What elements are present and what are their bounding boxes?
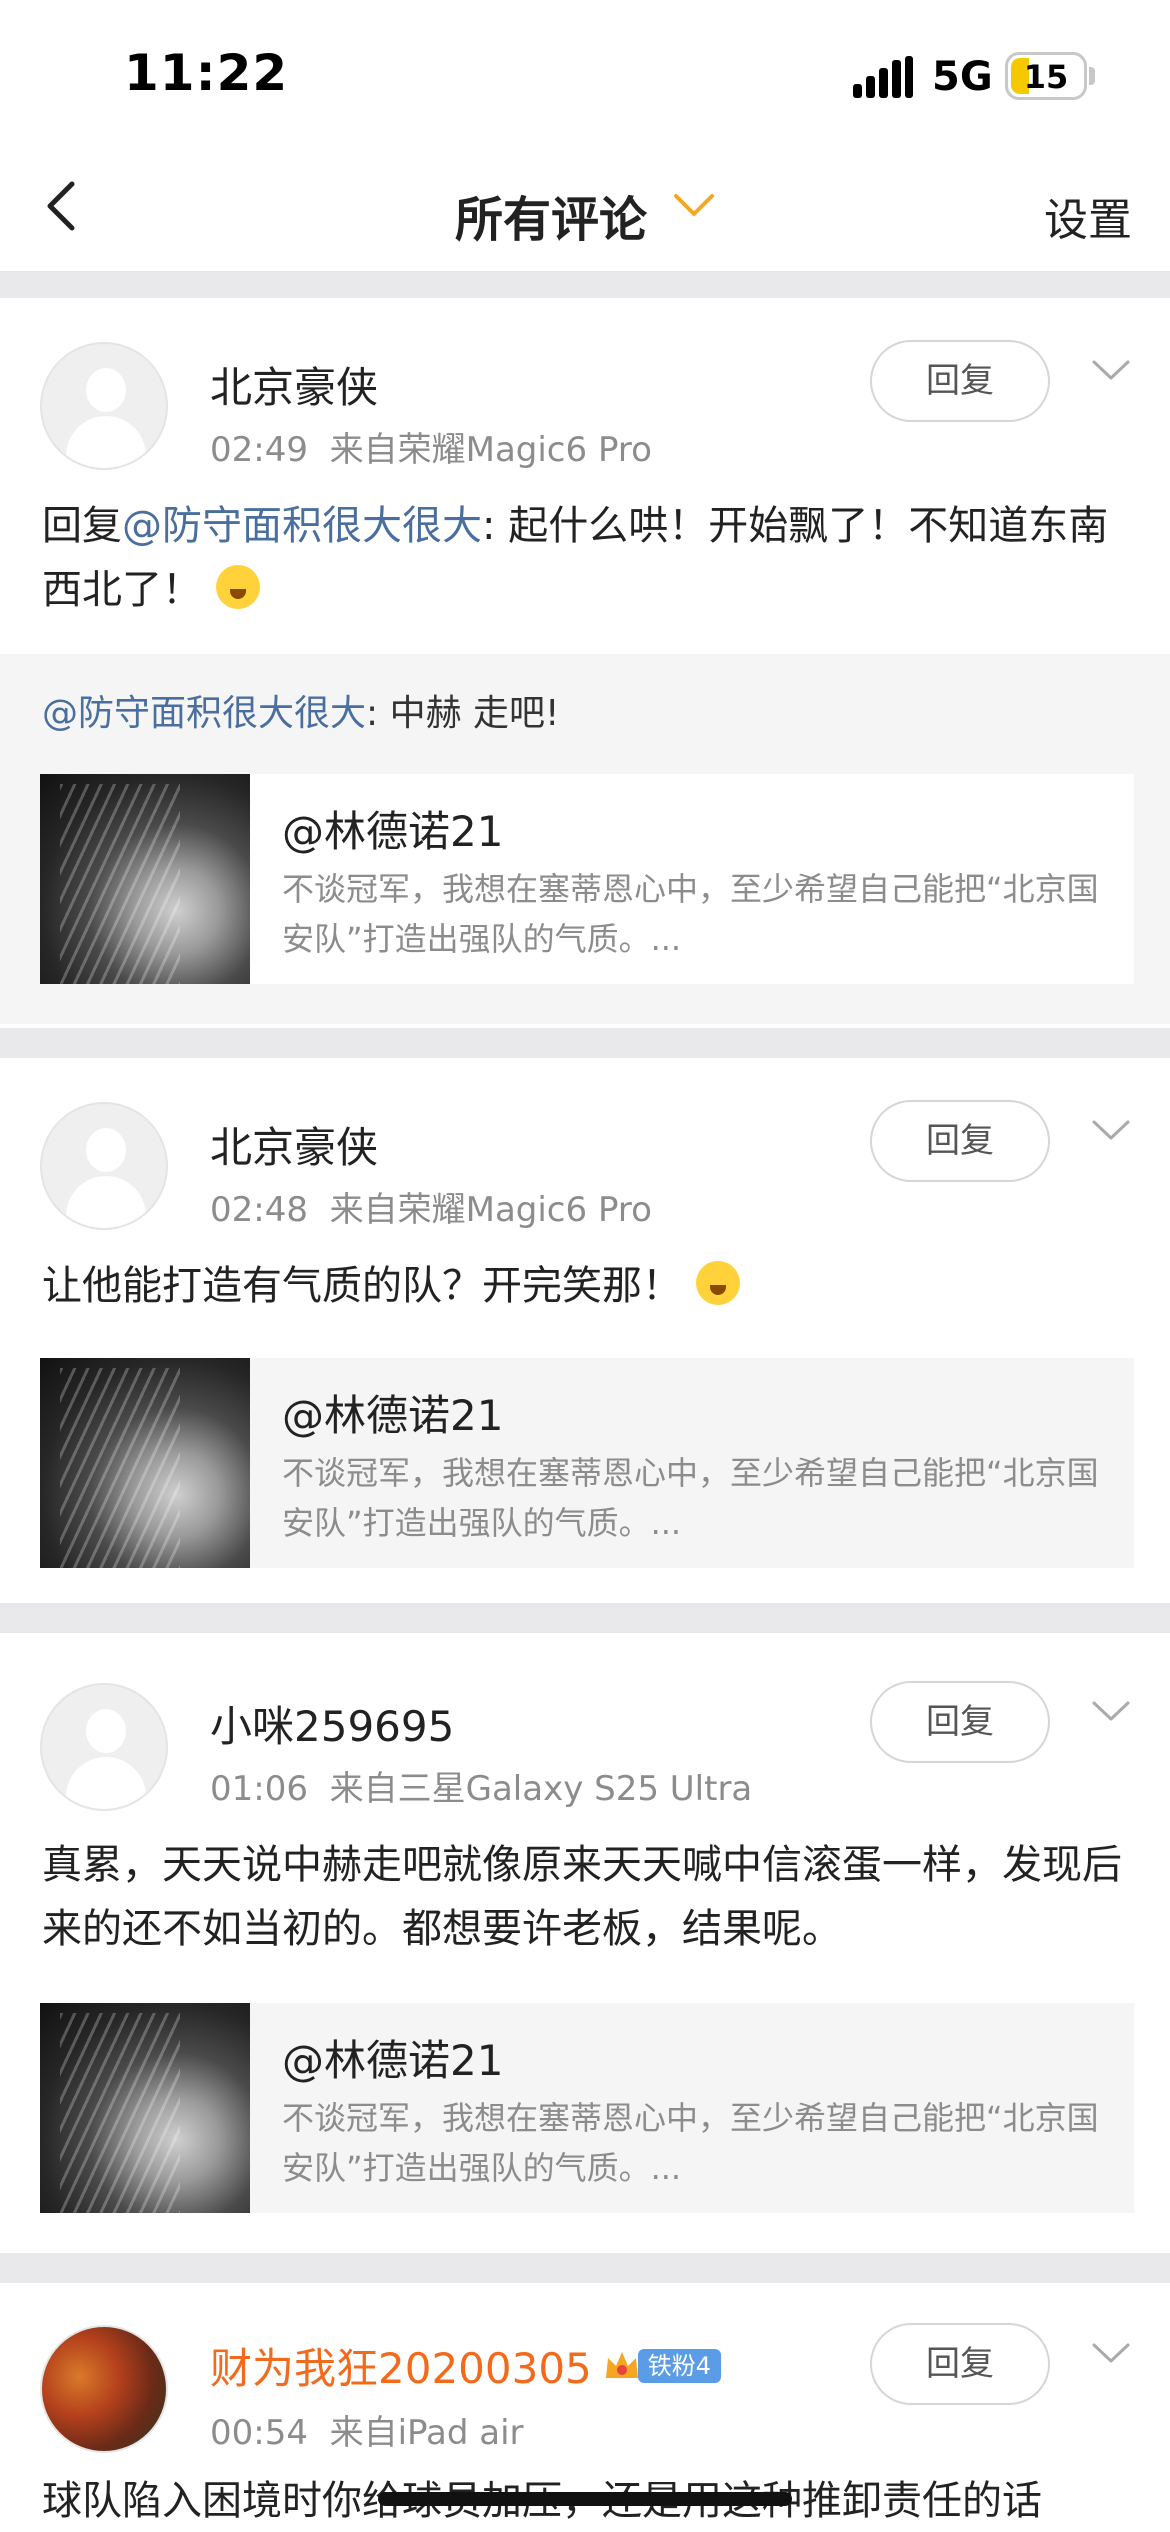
fan-level-tag: 铁粉4 <box>637 2348 722 2383</box>
comment-time: 00:54 <box>210 2413 308 2453</box>
post-excerpt: 不谈冠军，我想在塞蒂恩心中，至少希望自己能把“北京国安队”打造出强队的气质。..… <box>282 2099 1099 2187</box>
reply-button[interactable]: 回复 <box>870 340 1050 422</box>
post-excerpt: 不谈冠军，我想在塞蒂恩心中，至少希望自己能把“北京国安队”打造出强队的气质。..… <box>282 870 1099 958</box>
comment-time: 01:06 <box>210 1769 308 1809</box>
post-preview[interactable]: @林德诺21 不谈冠军，我想在塞蒂恩心中，至少希望自己能把“北京国安队”打造出强… <box>40 1358 1134 1568</box>
comment-username[interactable]: 财为我狂20200305 铁粉4 <box>210 2335 722 2396</box>
mention-link[interactable]: @防守面积很大很大 <box>122 503 482 549</box>
post-excerpt: 不谈冠军，我想在塞蒂恩心中，至少希望自己能把“北京国安队”打造出强队的气质。..… <box>282 1454 1099 1542</box>
comment-text: 真累，天天说中赫走吧就像原来天天喊中信滚蛋一样，发现后来的还不如当初的。都想要许… <box>42 1842 1122 1952</box>
section-divider <box>0 2253 1170 2283</box>
fan-badge[interactable]: 铁粉4 <box>602 2338 722 2387</box>
quoted-reply-text: @防守面积很大很大: 中赫 走吧! <box>42 693 560 734</box>
status-time: 11:22 <box>124 44 289 102</box>
settings-button[interactable]: 设置 <box>1044 184 1132 248</box>
section-divider <box>0 1603 1170 1633</box>
avatar[interactable] <box>40 342 168 470</box>
quoted-reply[interactable]: @防守面积很大很大: 中赫 走吧! @林德诺21 不谈冠军，我想在塞蒂恩心中，至… <box>0 654 1170 1024</box>
comment-source: 来自iPad air <box>329 2413 524 2453</box>
angry-emoji-icon <box>216 565 260 609</box>
comment-card[interactable]: 北京豪侠 02:49 来自荣耀Magic6 Pro 回复 回复@防守面积很大很大… <box>0 298 1170 1028</box>
reply-button[interactable]: 回复 <box>870 1681 1050 1763</box>
comment-source: 来自荣耀Magic6 Pro <box>329 430 652 470</box>
comment-source: 来自三星Galaxy S25 Ultra <box>329 1769 753 1809</box>
chevron-down-icon[interactable] <box>672 190 716 220</box>
avatar[interactable] <box>40 2325 168 2453</box>
comment-text: 让他能打造有气质的队？开完笑那！ <box>42 1254 1132 1318</box>
comment-meta: 02:48 来自荣耀Magic6 Pro <box>210 1182 652 1231</box>
section-divider <box>0 272 1170 298</box>
avatar[interactable] <box>40 1102 168 1230</box>
back-arrow-icon[interactable] <box>36 178 92 234</box>
reply-button[interactable]: 回复 <box>870 2323 1050 2405</box>
post-thumbnail <box>40 2003 250 2213</box>
mention-link[interactable]: @防守面积很大很大 <box>42 693 366 734</box>
shush-emoji-icon <box>696 1261 740 1305</box>
home-indicator[interactable] <box>378 2492 792 2506</box>
comment-meta: 00:54 来自iPad air <box>210 2405 524 2454</box>
post-thumbnail <box>40 1358 250 1568</box>
chevron-down-icon[interactable] <box>1090 1118 1132 1144</box>
comment-filter-title[interactable]: 所有评论 <box>455 180 647 250</box>
avatar[interactable] <box>40 1683 168 1811</box>
post-preview[interactable]: @林德诺21 不谈冠军，我想在塞蒂恩心中，至少希望自己能把“北京国安队”打造出强… <box>40 774 1134 984</box>
comment-username[interactable]: 小咪259695 <box>210 1693 454 1754</box>
battery-icon: 15 <box>1005 52 1087 100</box>
post-author: @林德诺21 <box>282 1391 504 1440</box>
chevron-down-icon[interactable] <box>1090 1699 1132 1725</box>
comment-meta: 02:49 来自荣耀Magic6 Pro <box>210 422 652 471</box>
comment-text: 回复@防守面积很大很大: 起什么哄！开始飘了！不知道东南西北了！ <box>42 503 1109 613</box>
status-bar: 11:22 5G 15 <box>0 0 1170 140</box>
comment-username[interactable]: 北京豪侠 <box>210 354 378 415</box>
network-type: 5G <box>932 54 993 100</box>
signal-icon <box>853 56 913 98</box>
nav-bar: 所有评论 设置 <box>0 140 1170 272</box>
battery-level: 15 <box>1023 58 1069 96</box>
comment-meta: 01:06 来自三星Galaxy S25 Ultra <box>210 1761 752 1810</box>
post-thumbnail <box>40 774 250 984</box>
reply-button[interactable]: 回复 <box>870 1100 1050 1182</box>
chevron-down-icon[interactable] <box>1090 358 1132 384</box>
comment-source: 来自荣耀Magic6 Pro <box>329 1190 652 1230</box>
chevron-down-icon[interactable] <box>1090 2341 1132 2367</box>
comment-time: 02:49 <box>210 430 308 470</box>
comment-username[interactable]: 北京豪侠 <box>210 1114 378 1175</box>
post-author: @林德诺21 <box>282 807 504 856</box>
post-preview[interactable]: @林德诺21 不谈冠军，我想在塞蒂恩心中，至少希望自己能把“北京国安队”打造出强… <box>40 2003 1134 2213</box>
comment-card[interactable]: 北京豪侠 02:48 来自荣耀Magic6 Pro 回复 让他能打造有气质的队？… <box>0 1058 1170 1603</box>
post-author: @林德诺21 <box>282 2036 504 2085</box>
crown-icon <box>605 2351 638 2378</box>
comment-card[interactable]: 小咪259695 01:06 来自三星Galaxy S25 Ultra 回复 真… <box>0 1633 1170 2253</box>
section-divider <box>0 1028 1170 1058</box>
battery-nub <box>1089 67 1095 85</box>
comment-time: 02:48 <box>210 1190 308 1230</box>
